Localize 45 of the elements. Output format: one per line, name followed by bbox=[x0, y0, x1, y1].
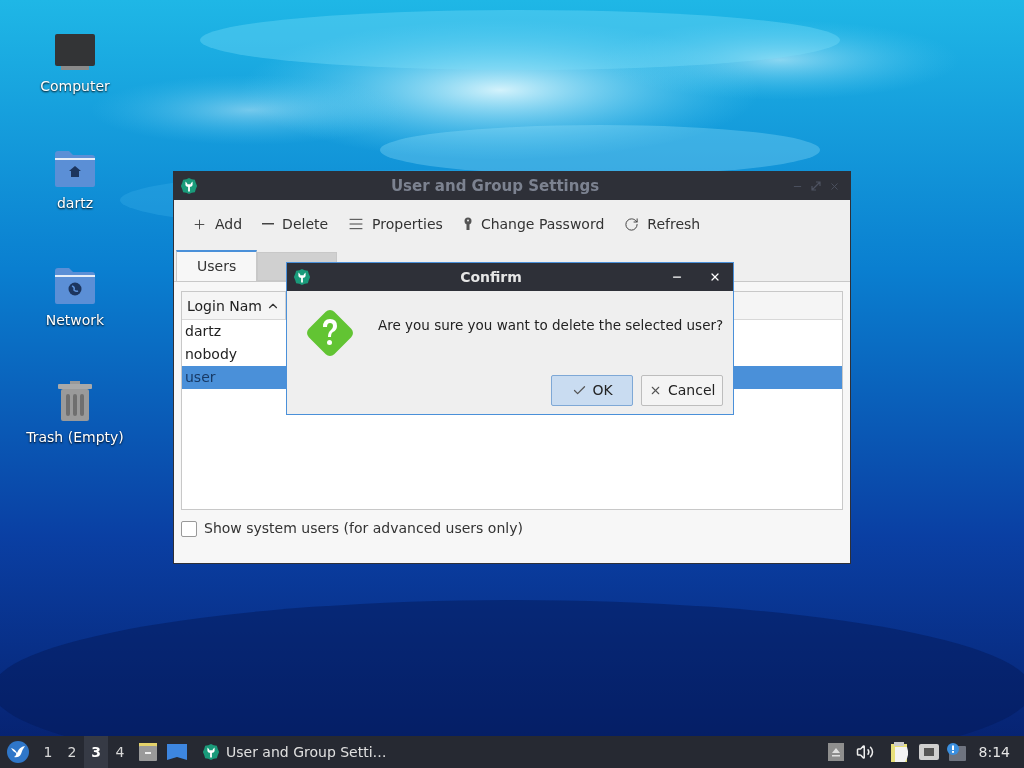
window-title: User and Group Settings bbox=[389, 175, 601, 197]
toolbar-button[interactable]: Refresh bbox=[616, 209, 709, 239]
key-icon bbox=[462, 217, 473, 231]
list-icon bbox=[348, 216, 365, 232]
notification-icon[interactable] bbox=[944, 742, 967, 762]
clipboard-icon[interactable] bbox=[889, 741, 910, 763]
plus-icon bbox=[192, 216, 207, 232]
network-folder-icon bbox=[54, 267, 96, 305]
close-icon[interactable] bbox=[709, 271, 721, 283]
dialog-title: Confirm bbox=[459, 267, 523, 287]
monitor-icon bbox=[54, 33, 96, 71]
refresh-icon bbox=[624, 216, 640, 232]
workspace-button[interactable]: 2 bbox=[60, 736, 84, 768]
bird-logo-icon[interactable] bbox=[6, 740, 30, 764]
task-button[interactable]: User and Group Setti… bbox=[202, 736, 387, 768]
network-icon[interactable] bbox=[917, 743, 940, 761]
tab[interactable]: Users bbox=[176, 250, 258, 281]
desktop-icon[interactable] bbox=[166, 743, 188, 761]
toolbar-button[interactable]: Properties bbox=[340, 209, 451, 239]
eject-icon[interactable] bbox=[827, 743, 844, 761]
cancel-button[interactable]: Cancel bbox=[641, 375, 724, 407]
table-cell-text: user bbox=[185, 368, 216, 387]
home-folder-icon bbox=[54, 150, 96, 188]
file-cabinet-icon[interactable] bbox=[138, 742, 158, 762]
desktop-icon-label[interactable]: Trash (Empty) bbox=[26, 427, 124, 448]
checkbox[interactable] bbox=[181, 520, 197, 537]
toolbar-button[interactable]: Change Password bbox=[454, 209, 613, 239]
toolbar-button[interactable]: Delete bbox=[254, 209, 337, 239]
workspace-button[interactable]: 1 bbox=[36, 736, 60, 768]
wrench-icon bbox=[202, 743, 220, 761]
wrench-icon bbox=[293, 268, 311, 286]
speaker-icon[interactable] bbox=[855, 743, 874, 761]
ok-button[interactable]: OK bbox=[551, 375, 634, 407]
table-cell-text: nobody bbox=[185, 345, 238, 364]
checkbox-label: Show system users (for advanced users only) bbox=[204, 519, 523, 538]
workspace-button[interactable]: 4 bbox=[108, 736, 132, 768]
trash-icon bbox=[57, 380, 93, 422]
wrench-icon bbox=[180, 177, 198, 195]
dialog-message: Are you sure you want to delete the selected user? bbox=[378, 316, 724, 335]
minus-icon bbox=[262, 223, 275, 225]
toolbar-button[interactable]: Add bbox=[184, 209, 251, 239]
desktop-icon-label[interactable]: Network bbox=[45, 310, 105, 331]
workspace-button[interactable]: 3 bbox=[84, 736, 108, 768]
clock: 8:14 bbox=[978, 742, 1010, 762]
desktop-icon-label[interactable]: dartz bbox=[56, 193, 94, 214]
